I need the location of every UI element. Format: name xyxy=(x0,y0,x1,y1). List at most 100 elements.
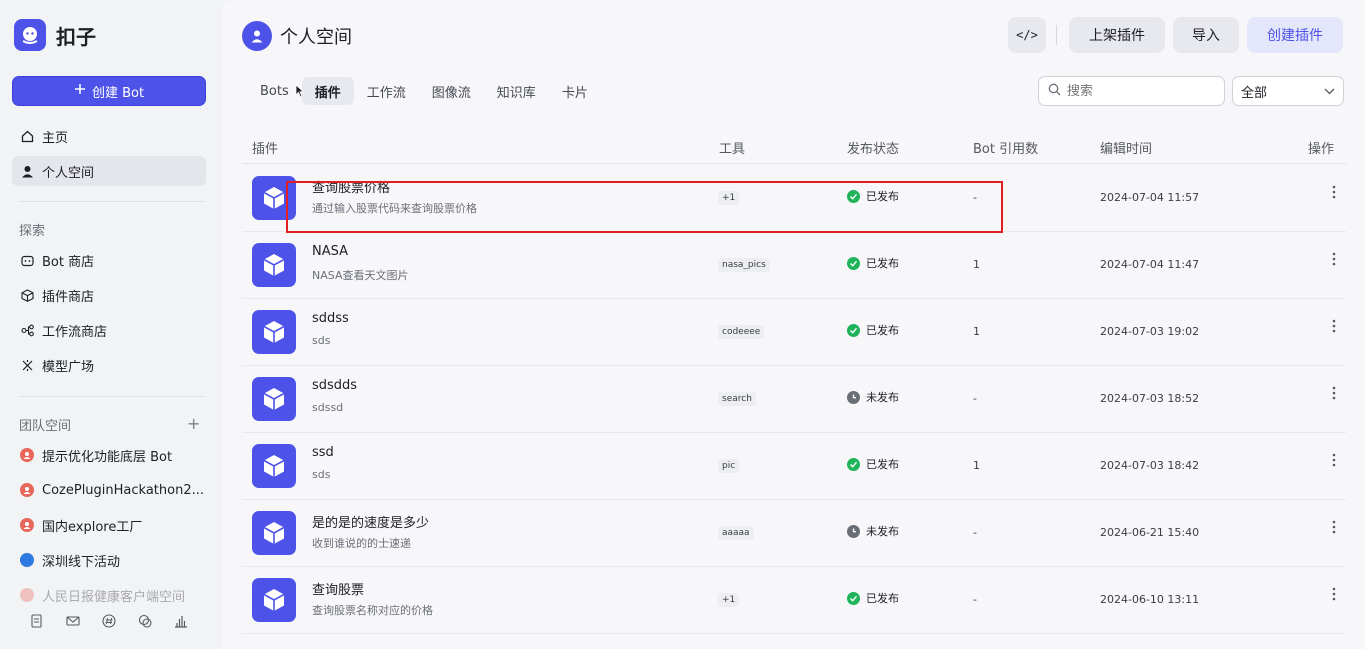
team-avatar xyxy=(20,588,34,602)
more-actions-icon[interactable] xyxy=(1332,453,1336,470)
team-item[interactable]: 国内explore工厂 xyxy=(12,510,206,540)
table-row[interactable]: 是的是的速度是多少 收到谁说的的士速递 aaaaa 未发布 - 2024-06-21 15… xyxy=(242,500,1346,567)
more-actions-icon[interactable] xyxy=(1332,520,1336,537)
page-header: 个人空间 xyxy=(242,21,352,51)
sidebar-item-personal-space[interactable]: 个人空间 xyxy=(12,156,206,186)
tab-cards[interactable]: 卡片 xyxy=(549,77,601,105)
search-field[interactable] xyxy=(1038,76,1225,106)
tab-knowledge[interactable]: 知识库 xyxy=(484,77,549,105)
team-item[interactable]: 人民日报健康客户端空间 xyxy=(12,580,206,610)
check-circle-icon xyxy=(847,457,860,471)
plugin-cube-icon xyxy=(252,377,296,421)
table-row[interactable]: 查询股票 查询股票名称对应的价格 +1 已发布 - 2024-06-10 13:11 xyxy=(242,567,1346,634)
chart-icon[interactable] xyxy=(174,614,188,628)
plus-icon xyxy=(74,83,86,99)
plugin-cube-icon xyxy=(252,176,296,220)
bot-store-icon xyxy=(20,253,34,267)
status-badge: 未发布 xyxy=(847,389,899,405)
sidebar-item-plugin-store[interactable]: 插件商店 xyxy=(12,280,206,310)
person-icon xyxy=(242,21,272,51)
team-avatar xyxy=(20,518,34,532)
team-section-label: 团队空间 xyxy=(19,419,72,434)
team-item[interactable]: 提示优化功能底层 Bot xyxy=(12,440,206,470)
create-plugin-button[interactable]: 创建插件 xyxy=(1247,17,1343,53)
tool-tag: codeeee xyxy=(718,325,765,339)
plugin-description: 通过输入股票代码来查询股票价格 xyxy=(312,202,477,215)
create-bot-button[interactable]: 创建 Bot xyxy=(12,76,206,106)
check-circle-icon xyxy=(847,256,860,270)
plugin-description: sdssd xyxy=(312,401,344,414)
brand-name: 扣子 xyxy=(56,24,96,49)
bot-ref-count: 1 xyxy=(973,459,980,472)
hashtag-icon[interactable] xyxy=(102,614,116,628)
table-row[interactable]: sddss sds codeeee 已发布 1 2024-07-03 19:02 xyxy=(242,299,1346,366)
team-item-label: 提示优化功能底层 Bot xyxy=(42,449,173,465)
brand[interactable]: 扣子 xyxy=(14,19,96,51)
search-input[interactable] xyxy=(1067,83,1207,99)
plugin-name[interactable]: 查询股票 xyxy=(312,579,364,598)
team-item[interactable]: CozePluginHackathon2... xyxy=(12,475,206,505)
table-row[interactable]: ssd sds pic 已发布 1 2024-07-03 18:42 xyxy=(242,433,1346,500)
tool-tag: +1 xyxy=(718,593,740,607)
plugin-name[interactable]: 是的是的速度是多少 xyxy=(312,512,429,531)
more-actions-icon[interactable] xyxy=(1332,587,1336,604)
sidebar-item-workflow-store[interactable]: 工作流商店 xyxy=(12,315,206,345)
more-actions-icon[interactable] xyxy=(1332,185,1336,202)
divider xyxy=(18,201,206,202)
table-row[interactable]: sdsdds sdssd search 未发布 - 2024-07-03 18:52 xyxy=(242,366,1346,433)
sidebar-item-home[interactable]: 主页 xyxy=(12,121,206,151)
divider xyxy=(1056,25,1057,45)
more-actions-icon[interactable] xyxy=(1332,386,1336,403)
column-header-edit-time: 编辑时间 xyxy=(1100,142,1153,157)
add-team-button[interactable]: + xyxy=(187,414,200,433)
team-item-label: 深圳线下活动 xyxy=(42,554,121,570)
status-label: 未发布 xyxy=(866,525,899,538)
sidebar-item-model-square[interactable]: 模型广场 xyxy=(12,350,206,380)
sidebar-item-bot-store[interactable]: Bot 商店 xyxy=(12,245,206,275)
list-plugin-button[interactable]: 上架插件 xyxy=(1069,17,1165,53)
status-label: 已发布 xyxy=(866,592,899,605)
document-icon[interactable] xyxy=(30,614,44,628)
status-label: 已发布 xyxy=(866,324,899,337)
table-row[interactable]: NASA NASA查看天文图片 nasa_pics 已发布 1 2024-07-04 11… xyxy=(242,232,1346,299)
import-button[interactable]: 导入 xyxy=(1173,17,1239,53)
team-avatar xyxy=(20,483,34,497)
team-item[interactable]: 深圳线下活动 xyxy=(12,545,206,575)
clock-icon xyxy=(847,524,860,538)
chevron-down-icon xyxy=(1324,84,1335,99)
tab-imageflows[interactable]: 图像流 xyxy=(419,77,484,105)
status-label: 已发布 xyxy=(866,458,899,471)
status-badge: 未发布 xyxy=(847,523,899,539)
community-icon[interactable] xyxy=(138,614,152,628)
table-header: 插件 工具 发布状态 Bot 引用数 编辑时间 操作 xyxy=(242,128,1346,164)
column-header-status: 发布状态 xyxy=(847,142,900,157)
plugin-cube-icon xyxy=(252,310,296,354)
plugin-name[interactable]: 查询股票价格 xyxy=(312,177,390,196)
sidebar: 扣子 创建 Bot 主页 个人空间 探索 Bot 商店 插件商店 工作流商店 模… xyxy=(0,0,214,649)
table-row[interactable]: 查询股票价格 通过输入股票代码来查询股票价格 +1 已发布 - 2024-07-04 11… xyxy=(242,165,1346,232)
status-label: 已发布 xyxy=(866,257,899,270)
edit-time: 2024-07-04 11:57 xyxy=(1100,191,1200,204)
plugin-name[interactable]: sddss xyxy=(312,311,349,326)
tab-workflows[interactable]: 工作流 xyxy=(354,77,419,105)
plugin-description: sds xyxy=(312,334,331,347)
cube-icon xyxy=(20,288,34,302)
code-button[interactable]: </> xyxy=(1008,17,1046,53)
status-filter-select[interactable]: 全部 xyxy=(1232,76,1344,106)
more-actions-icon[interactable] xyxy=(1332,252,1336,269)
tab-plugins[interactable]: 插件 xyxy=(301,77,354,105)
explore-section-label: 探索 xyxy=(19,224,46,239)
plugin-name[interactable]: NASA xyxy=(312,244,348,259)
tab-bots[interactable]: Bots xyxy=(247,77,302,105)
plugin-cube-icon xyxy=(252,578,296,622)
more-actions-icon[interactable] xyxy=(1332,319,1336,336)
coze-logo-icon xyxy=(14,19,46,51)
plugin-description: 查询股票名称对应的价格 xyxy=(312,604,433,617)
mail-icon[interactable] xyxy=(66,614,80,628)
sidebar-item-label: 插件商店 xyxy=(42,289,95,305)
team-item-label: 国内explore工厂 xyxy=(42,519,143,535)
status-badge: 已发布 xyxy=(847,322,899,338)
plugin-name[interactable]: ssd xyxy=(312,445,334,460)
edit-time: 2024-06-21 15:40 xyxy=(1100,526,1200,539)
plugin-name[interactable]: sdsdds xyxy=(312,378,357,393)
